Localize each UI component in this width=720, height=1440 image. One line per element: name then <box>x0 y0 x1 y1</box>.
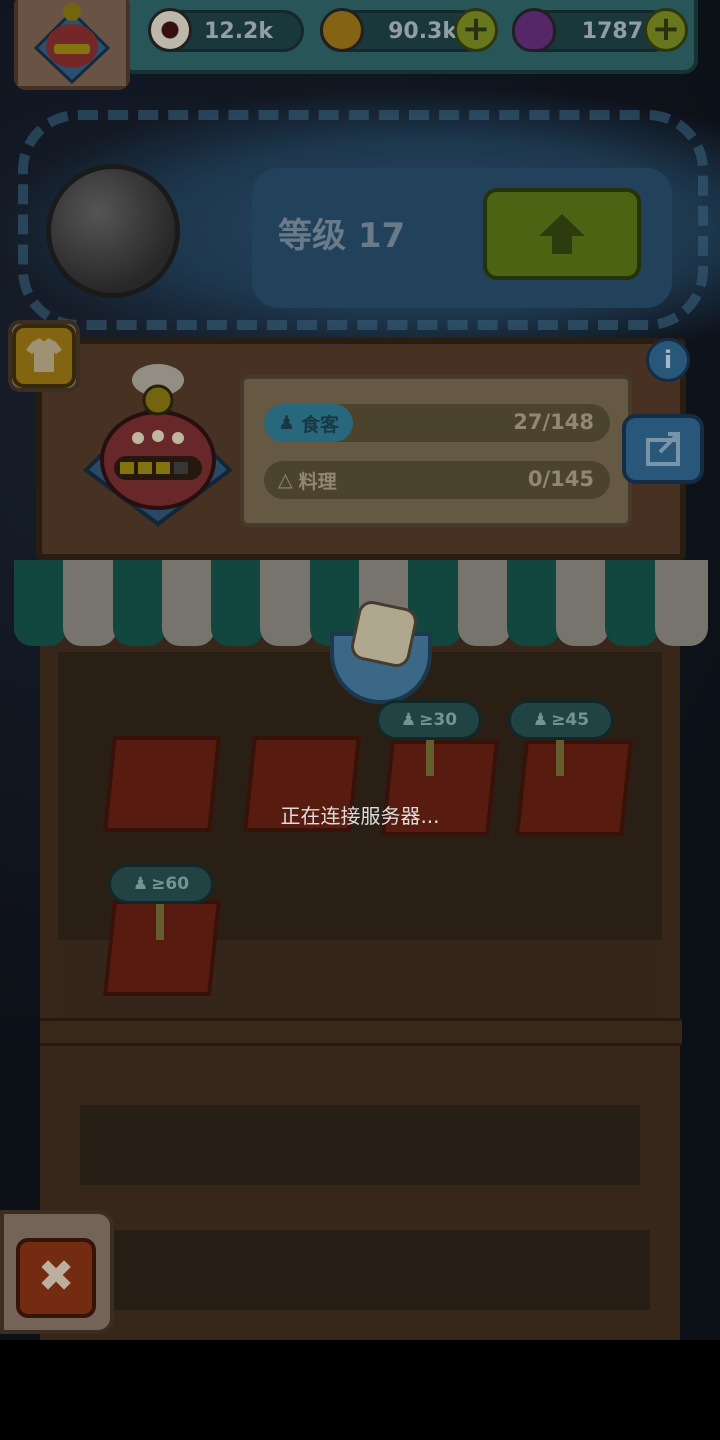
table-3-requirement-text: ≥30 <box>419 710 458 730</box>
info-button[interactable]: i <box>646 338 690 382</box>
coin-icon <box>320 8 364 52</box>
table-5-post <box>156 900 164 940</box>
diners-tag: ♟ 食客 <box>264 404 354 442</box>
table-5-requirement: ♟ ≥60 <box>108 864 214 904</box>
eyeball-icon <box>46 164 180 298</box>
table-3-post <box>426 736 434 776</box>
plus-icon: + <box>461 9 491 49</box>
potion-icon <box>512 8 556 52</box>
info-icon: i <box>663 346 673 374</box>
person-icon: ♟ <box>400 710 417 730</box>
table-4-requirement: ♟ ≥45 <box>508 700 614 740</box>
dishes-value: 0/145 <box>527 467 594 491</box>
resource-bar: 12.2k 90.3k + 1787 + <box>120 0 698 74</box>
eye-icon <box>148 8 192 52</box>
coin-count: 90.3k <box>388 18 457 44</box>
close-button[interactable]: ✖ <box>16 1238 96 1318</box>
shirt-icon <box>26 338 62 372</box>
table-4-post <box>556 736 564 776</box>
table-3-requirement: ♟ ≥30 <box>376 700 482 740</box>
share-button[interactable] <box>622 414 704 484</box>
monster-mascot <box>80 360 236 530</box>
loading-message: 正在连接服务器... <box>280 804 440 828</box>
level-label: 等级 17 <box>278 216 406 256</box>
game-screen: 12.2k 90.3k + 1787 + 等级 17 ♟ 食客 27/148 △… <box>0 0 720 1340</box>
dishes-row: △ 料理 0/145 <box>264 461 610 499</box>
monster-avatar-icon <box>18 0 126 86</box>
add-potions-button[interactable]: + <box>644 8 688 52</box>
dice-icon[interactable] <box>348 598 420 670</box>
person-icon: ♟ <box>532 710 549 730</box>
add-coins-button[interactable]: + <box>454 8 498 52</box>
dishes-label: 料理 <box>298 470 337 493</box>
person-icon: ♟ <box>278 412 296 434</box>
potion-count: 1787 <box>581 18 643 44</box>
table-4-requirement-text: ≥45 <box>551 710 590 730</box>
plus-icon: + <box>651 9 681 49</box>
player-avatar[interactable] <box>14 0 130 90</box>
upgrade-button[interactable] <box>483 188 641 280</box>
table-5-requirement-text: ≥60 <box>151 874 190 894</box>
person-icon: ♟ <box>132 874 149 894</box>
stats-panel <box>240 375 632 527</box>
share-icon <box>646 432 680 466</box>
outfit-button[interactable] <box>12 324 76 388</box>
up-arrow-icon <box>539 214 585 254</box>
shelf-middle <box>80 1105 640 1185</box>
dish-icon: △ <box>278 469 293 491</box>
eye-count: 12.2k <box>204 18 273 44</box>
shelf-bottom <box>60 1230 650 1310</box>
shelf-top <box>40 1018 682 1046</box>
diners-label: 食客 <box>301 413 340 436</box>
diners-value: 27/148 <box>513 410 594 434</box>
close-icon: ✖ <box>37 1251 75 1302</box>
diners-row: ♟ 食客 27/148 <box>264 404 610 442</box>
dishes-tag: △ 料理 <box>264 461 351 499</box>
